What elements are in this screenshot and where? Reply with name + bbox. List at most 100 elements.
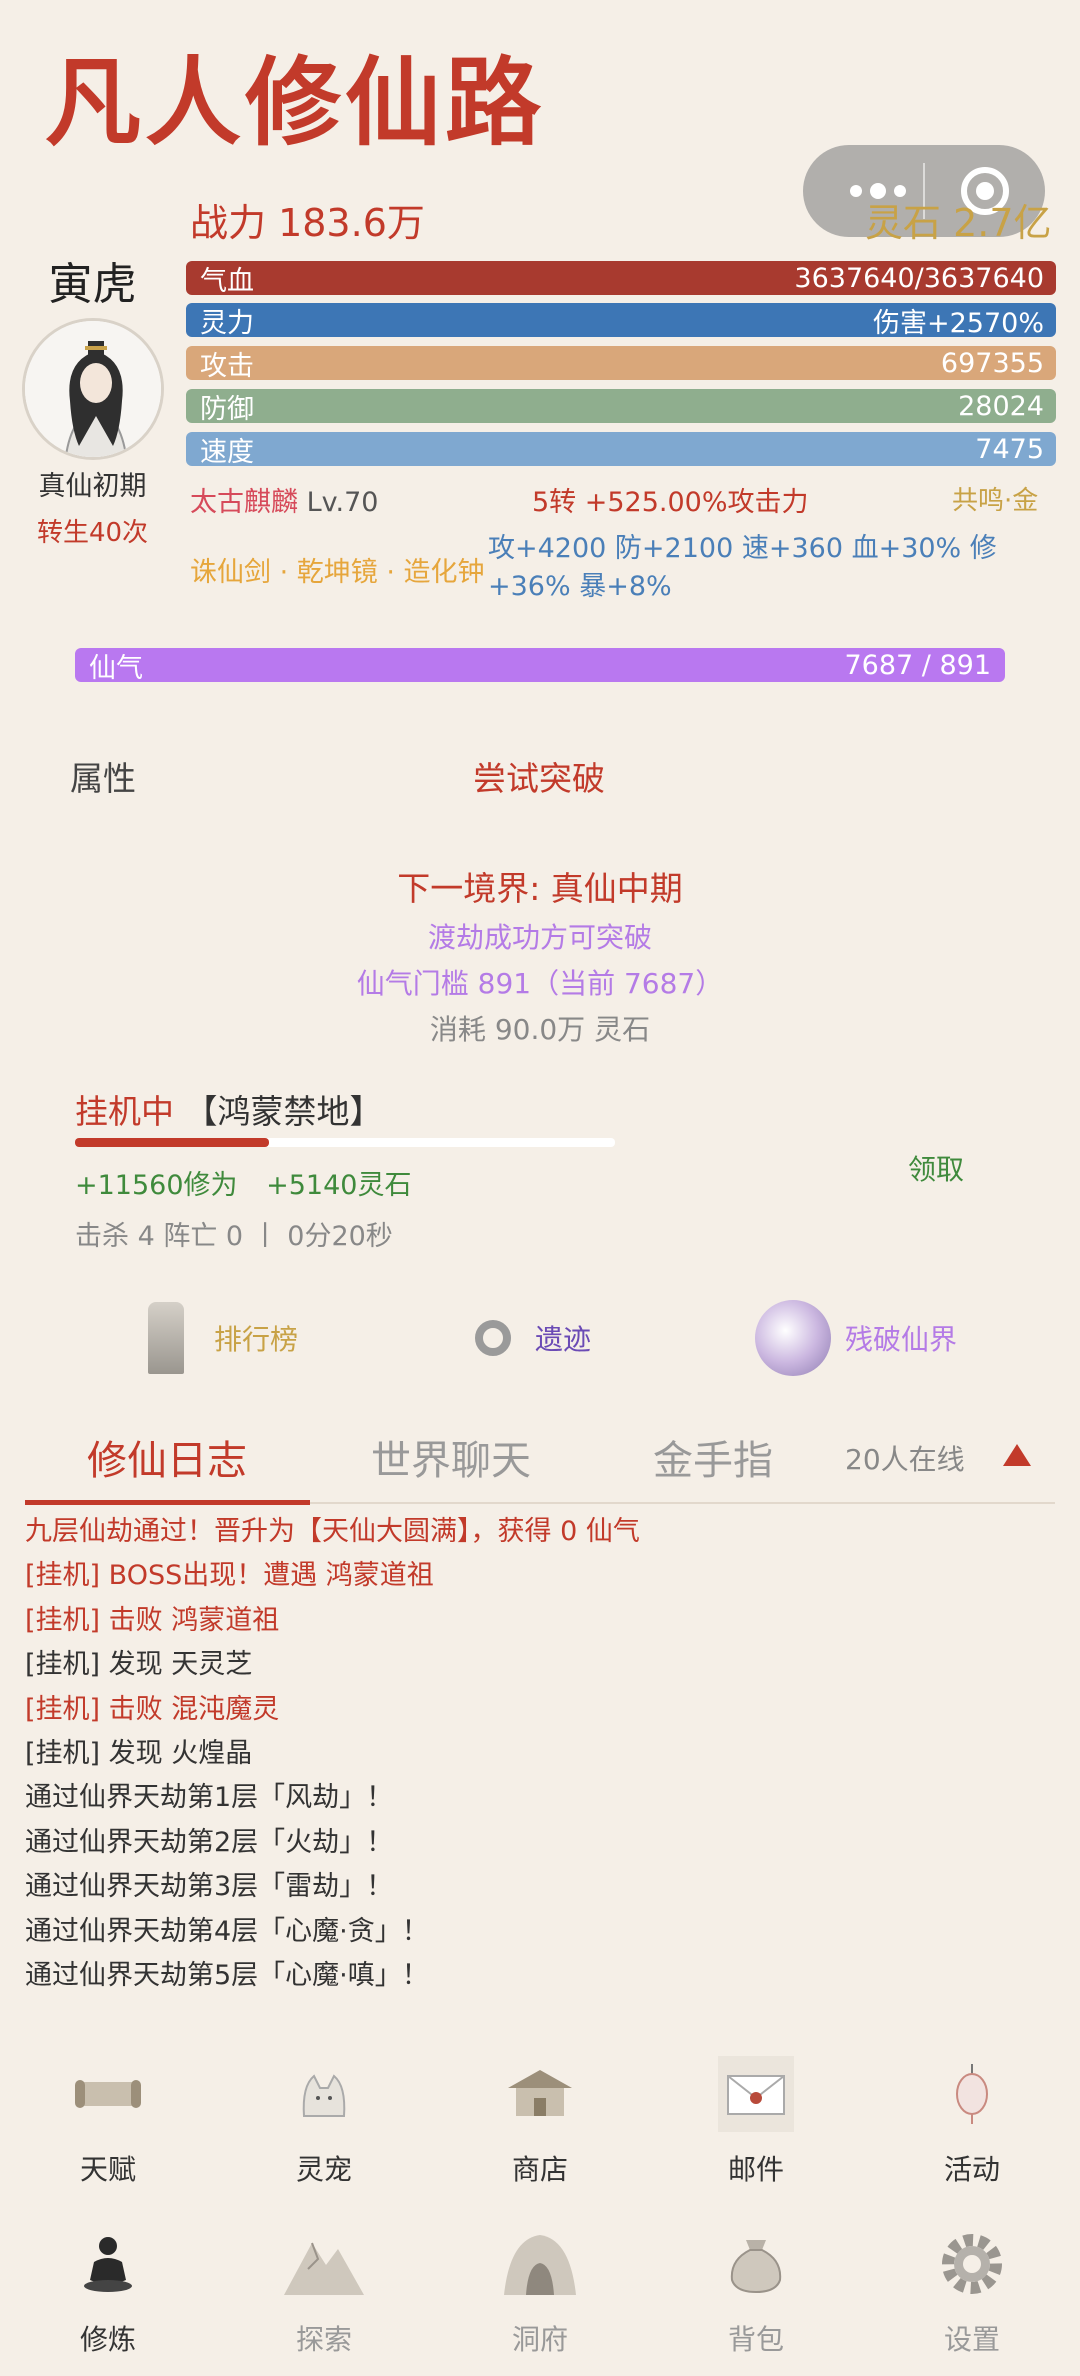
gain-cultivation: +11560修为 [75, 1170, 238, 1201]
realm-orb-icon [755, 1300, 831, 1376]
ruins-label: 遗迹 [535, 1323, 592, 1356]
broken-realm-entry[interactable]: 残破仙界 [755, 1298, 957, 1378]
shop-button[interactable]: 商店 [432, 2050, 648, 2188]
spirit-stone-balance: 灵石 2.7亿 [865, 201, 1052, 245]
nav-explore-label: 探索 [295, 2323, 352, 2356]
nav-bag-label: 背包 [727, 2323, 784, 2356]
speed-value: 7475 [975, 433, 1044, 465]
speed-bar: 速度 7475 [186, 432, 1056, 468]
avatar[interactable] [22, 318, 164, 460]
log-line: [挂机] 发现 火煌晶 [25, 1737, 253, 1769]
mountain-icon [280, 2220, 368, 2308]
ranking-entry[interactable]: 排行榜 [148, 1298, 298, 1378]
log-line: 通过仙界天劫第2层「火劫」！ [25, 1826, 394, 1858]
meditation-icon [64, 2220, 152, 2308]
log-line: [挂机] 击败 混沌魔灵 [25, 1693, 280, 1725]
ruins-entry[interactable]: 遗迹 [475, 1298, 591, 1378]
defense-bar: 防御 28024 [186, 389, 1056, 425]
mp-label: 灵力 [200, 307, 254, 339]
nav-settings-label: 设置 [943, 2323, 1000, 2356]
log-line: 通过仙界天劫第4层「心魔·贪」！ [25, 1915, 429, 1947]
qi-bar: 仙气 7687 / 891 [75, 648, 1005, 684]
attack-value: 697355 [940, 347, 1044, 379]
nav-bag[interactable]: 背包 [648, 2220, 864, 2358]
realm-label: 真仙初期 [38, 471, 147, 502]
tab-log[interactable]: 修仙日志 [87, 1428, 247, 1486]
log-line: [挂机] BOSS出现！遭遇 鸿蒙道祖 [25, 1560, 434, 1592]
mp-value: 伤害+2570% [873, 307, 1044, 339]
active-tab-underline [25, 1500, 310, 1505]
activity-label: 活动 [943, 2153, 1000, 2186]
combat-power: 战力 183.6万 [190, 201, 425, 245]
broken-realm-label: 残破仙界 [845, 1323, 958, 1356]
log-list: 九层仙劫通过！晋升为【天仙大圆满】，获得 0 仙气 [挂机] BOSS出现！遭遇 … [25, 1510, 1065, 1998]
pavilion-icon [496, 2050, 584, 2138]
nav-cave[interactable]: 洞府 [432, 2220, 648, 2358]
nav-cultivate-label: 修炼 [79, 2323, 136, 2356]
nav-cultivate[interactable]: 修炼 [0, 2220, 216, 2358]
fox-icon [280, 2050, 368, 2138]
idle-state: 挂机中 [75, 1092, 174, 1131]
nav-settings[interactable]: 设置 [864, 2220, 1080, 2358]
artifact-bonus: 攻+4200 防+2100 速+360 血+30% 修+36% 暴+8% [488, 533, 997, 602]
talent-button[interactable]: 天赋 [0, 2050, 216, 2188]
avatar-portrait [25, 321, 161, 457]
idle-gains: +11560修为 +5140灵石 [75, 1163, 431, 1202]
qi-label: 仙气 [89, 652, 143, 684]
nav-cave-label: 洞府 [511, 2323, 568, 2356]
scroll-icon [64, 2050, 152, 2138]
gear-icon [928, 2220, 1016, 2308]
envelope-icon [712, 2050, 800, 2138]
hp-value: 3637640/3637640 [794, 262, 1044, 294]
qi-value: 7687 / 891 [844, 649, 991, 681]
attributes-button[interactable]: 属性 [70, 752, 136, 800]
gain-stone: +5140灵石 [266, 1170, 412, 1201]
attack-label: 攻击 [200, 350, 254, 382]
collapse-triangle-icon[interactable] [1003, 1444, 1031, 1466]
qi-threshold: 仙气门槛 891（当前 7687） [356, 967, 724, 1000]
rebirth-count: 转生40次 [36, 518, 149, 548]
spirit-pet-button[interactable]: 灵宠 [216, 2050, 432, 2188]
idle-progress-bar [75, 1138, 615, 1147]
lantern-icon [928, 2050, 1016, 2138]
defense-value: 28024 [958, 390, 1044, 422]
pet-level: Lv.70 [306, 487, 379, 518]
attack-bar: 攻击 697355 [186, 346, 1056, 382]
resonance-badge: 共鸣·金 [952, 486, 1039, 516]
tab-world-chat[interactable]: 世界聊天 [371, 1428, 531, 1486]
cave-icon [496, 2220, 584, 2308]
online-count: 20人在线 [845, 1443, 965, 1476]
log-tabs: 修仙日志 世界聊天 金手指 20人在线 [25, 1418, 1055, 1505]
log-line: 通过仙界天劫第5层「心魔·嗔」！ [25, 1959, 429, 1991]
log-line: [挂机] 发现 天灵芝 [25, 1649, 253, 1681]
shop-label: 商店 [511, 2153, 568, 2186]
character-name: 寅虎 [48, 259, 137, 310]
log-line: 通过仙界天劫第1层「风劫」！ [25, 1782, 394, 1814]
hp-label: 气血 [200, 265, 254, 297]
stele-icon [148, 1302, 184, 1374]
try-breakthrough-button[interactable]: 尝试突破 [473, 752, 605, 800]
defense-label: 防御 [200, 393, 254, 425]
tab-cheat[interactable]: 金手指 [653, 1428, 773, 1486]
ring-icon [475, 1320, 511, 1356]
mp-bar: 灵力 伤害+2570% [186, 303, 1056, 339]
hp-bar: 气血 3637640/3637640 [186, 261, 1056, 297]
nav-explore[interactable]: 探索 [216, 2220, 432, 2358]
log-line: [挂机] 击败 鸿蒙道祖 [25, 1604, 280, 1636]
artifact-list[interactable]: 诛仙剑 · 乾坤镜 · 造化钟 [190, 550, 485, 589]
function-grid-row1: 天赋 灵宠 商店 邮件 活动 [0, 2050, 1080, 2188]
mail-label: 邮件 [727, 2153, 784, 2186]
log-line: 通过仙界天劫第3层「雷劫」！ [25, 1871, 394, 1903]
activity-button[interactable]: 活动 [864, 2050, 1080, 2188]
collect-button[interactable]: 领取 [908, 1148, 964, 1188]
ranking-label: 排行榜 [214, 1323, 299, 1356]
idle-stats: 击杀 4 阵亡 0 丨 0分20秒 [75, 1221, 393, 1252]
next-realm: 下一境界: 真仙中期 [397, 869, 683, 908]
talent-label: 天赋 [79, 2153, 136, 2186]
breakthrough-cost: 消耗 90.0万 灵石 [429, 1013, 651, 1046]
mail-button[interactable]: 邮件 [648, 2050, 864, 2188]
pet-info[interactable]: 太古麒麟 Lv.70 [190, 480, 378, 519]
spirit-pet-label: 灵宠 [295, 2153, 352, 2186]
tribulation-hint: 渡劫成功方可突破 [427, 921, 652, 954]
idle-status: 挂机中 【鸿蒙禁地】 [75, 1085, 383, 1133]
